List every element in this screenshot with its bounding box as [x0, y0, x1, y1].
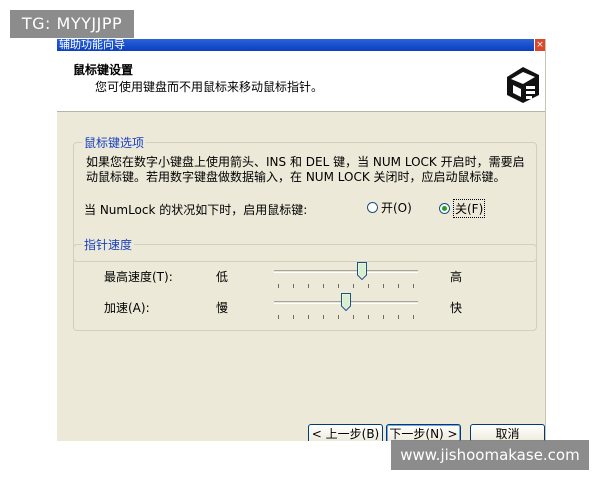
acceleration-label: 加速(A):: [104, 301, 150, 315]
radio-on-label: 开(O): [381, 201, 412, 215]
description-line-1: 如果您在数字小键盘上使用箭头、INS 和 DEL 键，当 NUM LOCK 开启…: [86, 155, 525, 169]
close-button[interactable]: ×: [534, 39, 545, 51]
acceleration-ticks: [278, 315, 414, 319]
numlock-condition-label: 当 NumLock 的状况如下时，启用鼠标键:: [84, 203, 308, 217]
radio-on-circle[interactable]: [367, 202, 378, 213]
top-speed-label: 最高速度(T):: [104, 270, 173, 284]
acceleration-fast-label: 快: [450, 301, 463, 315]
acceleration-thumb[interactable]: [341, 293, 351, 311]
window-title: 辅助功能向导: [59, 39, 125, 51]
close-icon: ×: [536, 40, 544, 50]
mouse-keys-options-legend: 鼠标键选项: [82, 134, 147, 151]
acceleration-slow-label: 慢: [216, 301, 229, 315]
screenshot-stage: TG: MYYJJPP www.jishoomakase.com 辅助功能向导 …: [0, 0, 600, 480]
acceleration-slider[interactable]: [274, 293, 418, 321]
title-bar: 辅助功能向导: [57, 39, 545, 51]
accessibility-wizard-icon: [502, 62, 542, 106]
tg-watermark: TG: MYYJJPP: [10, 10, 134, 38]
top-speed-thumb[interactable]: [357, 262, 367, 280]
description-line-2: 动鼠标键。若用数字键盘做数据输入，在 NUM LOCK 关闭时，应启动鼠标键。: [86, 170, 506, 184]
radio-off-label: 关(F): [453, 199, 486, 218]
top-speed-track: [274, 270, 418, 273]
page-title: 鼠标键设置: [73, 63, 134, 77]
top-speed-low-label: 低: [216, 270, 229, 284]
cancel-button[interactable]: 取消: [470, 424, 545, 441]
next-button[interactable]: 下一步(N) >: [386, 424, 461, 441]
site-watermark: www.jishoomakase.com: [391, 440, 589, 470]
radio-numlock-off[interactable]: 关(F): [439, 199, 486, 218]
mouse-keys-description: 如果您在数字小键盘上使用箭头、INS 和 DEL 键，当 NUM LOCK 开启…: [86, 155, 532, 185]
page-description: 您可使用键盘而不用鼠标来移动鼠标指针。: [95, 80, 324, 94]
pointer-speed-group: 指针速度 最高速度(T): 低 高 加速(A): 慢 快: [73, 236, 537, 331]
pointer-speed-legend: 指针速度: [82, 236, 135, 253]
radio-off-circle[interactable]: [439, 203, 450, 214]
back-button[interactable]: < 上一步(B): [308, 424, 383, 441]
top-speed-ticks: [278, 284, 414, 288]
top-speed-high-label: 高: [450, 270, 463, 284]
accessibility-wizard-window: 辅助功能向导 × 鼠标键设置 您可使用键盘而不用鼠标来移动鼠标指针。 鼠标键选项…: [57, 39, 546, 441]
radio-numlock-on[interactable]: 开(O): [367, 199, 412, 216]
wizard-header: 鼠标键设置 您可使用键盘而不用鼠标来移动鼠标指针。: [57, 51, 545, 112]
top-speed-slider[interactable]: [274, 262, 418, 290]
